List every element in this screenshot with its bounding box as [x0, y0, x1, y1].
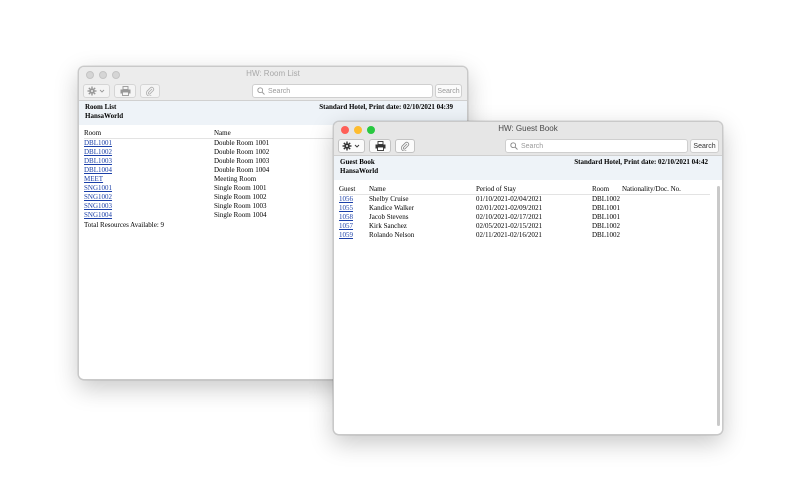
guest-room: DBL1002 [592, 222, 620, 230]
column-header-name: Name [369, 185, 386, 193]
room-link[interactable]: DBL1001 [84, 139, 112, 147]
report-header: Guest Book HansaWorld Standard Hotel, Pr… [334, 156, 722, 180]
guest-room: DBL1002 [592, 195, 620, 203]
room-link[interactable]: DBL1003 [84, 157, 112, 165]
printer-icon [120, 86, 130, 96]
report-org: HansaWorld [85, 112, 124, 120]
toolbar: Search Search [334, 138, 722, 156]
report-content: Guest Book HansaWorld Standard Hotel, Pr… [334, 156, 722, 434]
guest-link[interactable]: 1058 [339, 213, 353, 221]
chevron-down-icon [99, 89, 104, 93]
search-placeholder: Search [268, 87, 291, 95]
guest-name: Shelby Cruise [369, 195, 409, 203]
settings-button[interactable] [338, 139, 365, 153]
room-name: Double Room 1002 [214, 148, 270, 156]
guest-name: Kirk Sanchez [369, 222, 407, 230]
column-header-nationality: Nationality/Doc. No. [622, 185, 681, 193]
report-title: Guest Book [340, 158, 375, 166]
room-name: Meeting Room [214, 175, 257, 183]
report-info: Standard Hotel, Print date: 02/10/2021 0… [574, 158, 708, 166]
room-name: Double Room 1003 [214, 157, 270, 165]
guest-name: Kandice Walker [369, 204, 414, 212]
attach-button[interactable] [140, 84, 160, 98]
room-link[interactable]: DBL1004 [84, 166, 112, 174]
room-name: Double Room 1001 [214, 139, 270, 147]
room-name: Single Room 1003 [214, 202, 267, 210]
room-link[interactable]: MEET [84, 175, 103, 183]
guest-room: DBL1001 [592, 204, 620, 212]
search-placeholder: Search [521, 142, 544, 150]
gear-icon [87, 86, 104, 96]
chevron-down-icon [354, 144, 359, 148]
room-link[interactable]: SNG1002 [84, 193, 112, 201]
report-org: HansaWorld [340, 167, 379, 175]
attach-button[interactable] [395, 139, 415, 153]
guest-period: 02/11/2021-02/16/2021 [476, 231, 542, 239]
room-name: Double Room 1004 [214, 166, 270, 174]
header-divider [84, 138, 337, 139]
guest-room: DBL1002 [592, 231, 620, 239]
column-header-room: Room [84, 129, 102, 137]
title-bar[interactable]: HW: Guest Book [334, 122, 722, 138]
column-header-name: Name [214, 129, 231, 137]
window-title: HW: Room List [246, 69, 300, 78]
room-name: Single Room 1001 [214, 184, 267, 192]
print-button[interactable] [369, 139, 391, 153]
room-link[interactable]: SNG1001 [84, 184, 112, 192]
settings-button[interactable] [83, 84, 110, 98]
room-link[interactable]: SNG1004 [84, 211, 112, 219]
guest-book-window[interactable]: HW: Guest Book Search Search Guest Book … [333, 121, 723, 435]
paperclip-icon [401, 141, 410, 151]
column-header-guest: Guest [339, 185, 356, 193]
print-button[interactable] [114, 84, 136, 98]
column-header-period: Period of Stay [476, 185, 517, 193]
guest-period: 01/10/2021-02/04/2021 [476, 195, 543, 203]
column-header-room: Room [592, 185, 610, 193]
guest-link[interactable]: 1055 [339, 204, 353, 212]
guest-link[interactable]: 1056 [339, 195, 353, 203]
vertical-scrollbar[interactable] [717, 186, 720, 426]
search-icon [510, 142, 518, 150]
guest-room: DBL1001 [592, 213, 620, 221]
room-link[interactable]: DBL1002 [84, 148, 112, 156]
search-button[interactable]: Search [435, 84, 462, 98]
printer-icon [375, 141, 385, 151]
guest-name: Jacob Stevens [369, 213, 409, 221]
title-bar[interactable]: HW: Room List [79, 67, 467, 83]
guest-period: 02/10/2021-02/17/2021 [476, 213, 543, 221]
room-name: Single Room 1004 [214, 211, 267, 219]
search-button[interactable]: Search [690, 139, 719, 153]
guest-period: 02/05/2021-02/15/2021 [476, 222, 543, 230]
report-info: Standard Hotel, Print date: 02/10/2021 0… [319, 103, 453, 111]
window-title: HW: Guest Book [498, 124, 558, 133]
total-resources: Total Resources Available: 9 [84, 221, 165, 229]
paperclip-icon [146, 86, 155, 96]
guest-link[interactable]: 1057 [339, 222, 353, 230]
search-input[interactable]: Search [252, 84, 433, 98]
guest-name: Rolando Nelson [369, 231, 415, 239]
toolbar: Search Search [79, 83, 467, 101]
guest-period: 02/01/2021-02/09/2021 [476, 204, 543, 212]
search-icon [257, 87, 265, 95]
guest-link[interactable]: 1059 [339, 231, 353, 239]
room-name: Single Room 1002 [214, 193, 267, 201]
gear-icon [342, 141, 359, 151]
report-title: Room List [85, 103, 117, 111]
room-link[interactable]: SNG1003 [84, 202, 112, 210]
search-input[interactable]: Search [505, 139, 688, 153]
